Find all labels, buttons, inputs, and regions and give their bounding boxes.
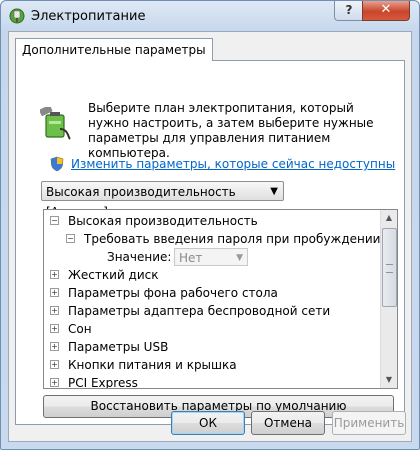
scrollbar-thumb[interactable] bbox=[382, 228, 397, 307]
chevron-down-icon: ▼ bbox=[270, 186, 278, 197]
change-unavailable-settings-link[interactable]: Изменить параметры, которые сейчас недос… bbox=[71, 157, 395, 171]
collapse-icon[interactable]: − bbox=[50, 216, 59, 225]
cancel-button[interactable]: Отмена bbox=[251, 411, 325, 435]
expand-icon[interactable]: + bbox=[50, 306, 59, 315]
tab-advanced-settings[interactable]: Дополнительные параметры bbox=[15, 38, 213, 61]
tree-item-label: PCI Express bbox=[68, 376, 138, 389]
tab-panel: Выберите план электропитания, который ну… bbox=[15, 60, 405, 425]
expand-icon[interactable]: + bbox=[50, 324, 59, 333]
tree-item-label: Параметры адаптера беспроводной сети bbox=[68, 304, 331, 318]
ok-button[interactable]: ОК bbox=[171, 411, 245, 435]
tree-item-label: Сон bbox=[68, 322, 92, 336]
description-text: Выберите план электропитания, который ну… bbox=[88, 101, 374, 160]
tree-item-label: Высокая производительность bbox=[68, 214, 258, 228]
close-button[interactable]: ✕ bbox=[362, 1, 410, 21]
tree-item-label: Требовать введения пароля при пробуждени… bbox=[84, 232, 381, 246]
tree-item-label: Жесткий диск bbox=[68, 268, 159, 282]
chevron-down-icon: ▼ bbox=[236, 253, 243, 263]
expand-icon[interactable]: + bbox=[50, 378, 59, 387]
expand-icon[interactable]: + bbox=[50, 360, 59, 369]
tree-item-label: Значение: bbox=[107, 250, 172, 264]
tree-item-label: Кнопки питания и крышка bbox=[68, 358, 237, 372]
window-title: Электропитание bbox=[31, 9, 146, 24]
battery-plug-icon bbox=[40, 107, 71, 140]
apply-button[interactable]: Применить bbox=[332, 411, 406, 435]
grip-icon bbox=[386, 264, 393, 273]
scroll-down-icon[interactable]: ▼ bbox=[381, 372, 397, 388]
tree-item-label: Параметры USB bbox=[68, 340, 169, 354]
power-options-window: Электропитание ? ✕ Дополнительные параме… bbox=[0, 0, 420, 450]
expand-icon[interactable]: + bbox=[50, 342, 59, 351]
title-bar[interactable]: Электропитание ? ✕ bbox=[1, 1, 419, 31]
tree-item-label: Параметры фона рабочего стола bbox=[68, 286, 278, 300]
help-button[interactable]: ? bbox=[334, 1, 364, 21]
expand-icon[interactable]: + bbox=[50, 270, 59, 279]
expand-icon[interactable]: + bbox=[50, 288, 59, 297]
settings-tree[interactable]: − Высокая производительность − Требовать… bbox=[43, 209, 398, 389]
uac-shield-icon bbox=[50, 156, 64, 172]
power-plug-icon bbox=[9, 8, 25, 24]
collapse-icon[interactable]: − bbox=[66, 234, 75, 243]
value-select-text: Нет bbox=[179, 251, 203, 265]
scroll-up-icon[interactable]: ▲ bbox=[381, 210, 397, 226]
power-plan-select[interactable]: Высокая производительность [Активен] ▼ bbox=[41, 181, 284, 219]
dialog-body: Дополнительные параметры Выберите план э… bbox=[8, 31, 412, 442]
tree-scrollbar[interactable]: ▲ ▼ bbox=[380, 210, 397, 388]
value-select: Нет ▼ bbox=[174, 248, 248, 266]
